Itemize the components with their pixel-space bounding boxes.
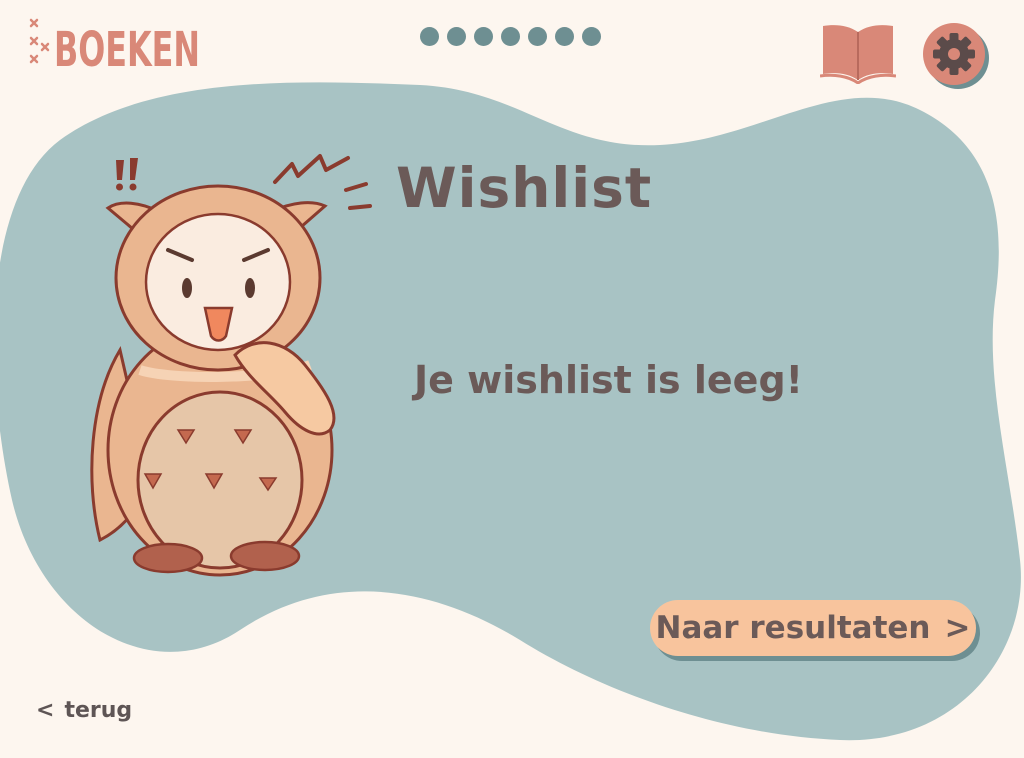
settings-button[interactable] — [922, 22, 990, 90]
owl-illustration — [80, 150, 380, 580]
page-title: Wishlist — [396, 156, 653, 220]
open-book-icon — [819, 25, 897, 85]
progress-dot — [501, 27, 520, 46]
progress-dot — [582, 27, 601, 46]
progress-dot — [555, 27, 574, 46]
progress-dot — [474, 27, 493, 46]
back-link[interactable]: < terug — [36, 698, 132, 723]
zigzag-lines — [273, 154, 350, 184]
logo-crosses — [29, 18, 50, 64]
chevron-right-icon: > — [944, 610, 971, 646]
results-button-label: Naar resultaten — [655, 610, 931, 646]
progress-dot — [528, 27, 547, 46]
exclamation-marks — [116, 158, 138, 191]
progress-dots — [420, 27, 601, 46]
results-button[interactable]: Naar resultaten > — [650, 600, 976, 656]
progress-dot — [420, 27, 439, 46]
back-link-label: terug — [64, 698, 133, 723]
empty-wishlist-message: Je wishlist is leeg! — [414, 358, 803, 402]
progress-dot — [447, 27, 466, 46]
chevron-left-icon: < — [36, 698, 55, 723]
logo-text: BOEKEN — [54, 22, 200, 74]
gear-icon — [923, 23, 989, 89]
book-button[interactable] — [819, 22, 897, 85]
boeken-logo[interactable]: BOEKEN — [28, 14, 208, 78]
